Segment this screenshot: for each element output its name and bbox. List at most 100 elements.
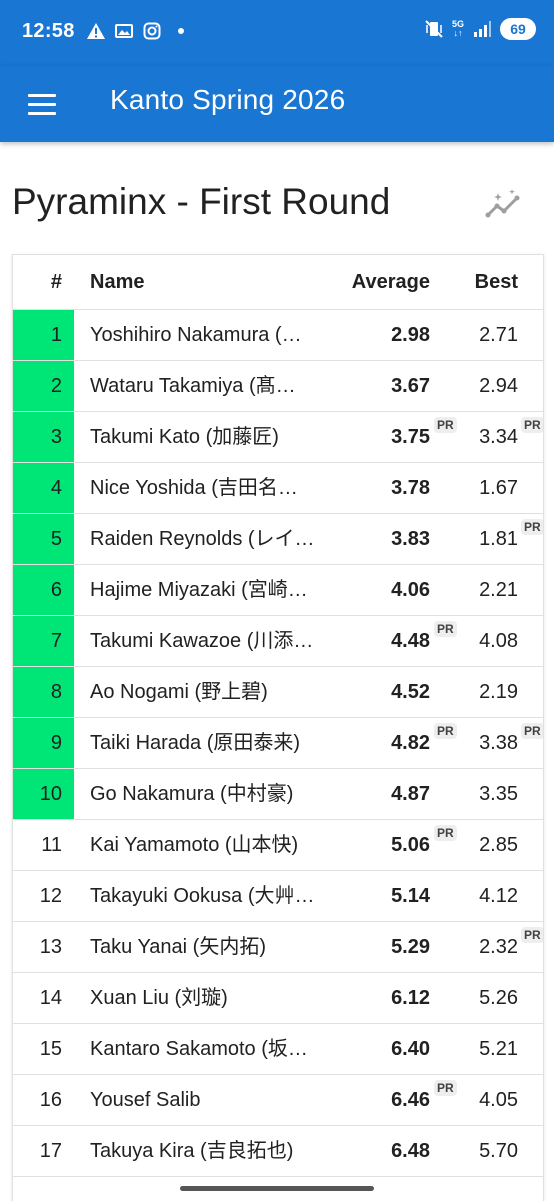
pr-badge-best: PR xyxy=(521,417,543,433)
rank-cell: 10 xyxy=(13,769,74,819)
header-average[interactable]: Average xyxy=(313,255,430,309)
vibrate-icon xyxy=(425,20,443,38)
competitor-name[interactable]: Raiden Reynolds (レイ… xyxy=(90,514,330,564)
competitor-name[interactable]: Takumi Kato (加藤匠) xyxy=(90,412,330,462)
best-cell: 1.67 xyxy=(479,476,518,499)
best-cell: 2.19 xyxy=(479,680,518,703)
average-cell: 6.46 xyxy=(391,1088,430,1111)
table-row[interactable]: 4 Nice Yoshida (吉田名… 3.78 PR 1.67 PR xyxy=(13,463,543,514)
competitor-name[interactable]: Hajime Miyazaki (宮崎… xyxy=(90,565,330,615)
best-cell: 5.21 xyxy=(479,1037,518,1060)
app-bar: Kanto Spring 2026 xyxy=(0,66,554,142)
average-cell: 6.40 xyxy=(391,1037,430,1060)
table-row[interactable]: 14 Xuan Liu (刘璇) 6.12 PR 5.26 PR xyxy=(13,973,543,1024)
best-cell: 2.32 xyxy=(479,935,518,958)
best-cell: 5.70 xyxy=(479,1139,518,1162)
table-row[interactable]: 2 Wataru Takamiya (髙… 3.67 PR 2.94 PR xyxy=(13,361,543,412)
average-cell: 5.14 xyxy=(391,884,430,907)
warning-icon xyxy=(87,23,105,39)
table-row[interactable]: 13 Taku Yanai (矢内拓) 5.29 PR 2.32 PR xyxy=(13,922,543,973)
best-cell: 4.05 xyxy=(479,1088,518,1111)
table-row[interactable]: 8 Ao Nogami (野上碧) 4.52 PR 2.19 PR xyxy=(13,667,543,718)
status-time: 12:58 xyxy=(22,20,75,42)
competitor-name[interactable]: Yousef Salib xyxy=(90,1075,330,1125)
average-cell: 6.48 xyxy=(391,1139,430,1162)
results-table: # Name Average Best 1 Yoshihiro Nakamura… xyxy=(12,254,544,1201)
competitor-name[interactable]: Yoshihiro Nakamura (… xyxy=(90,310,330,360)
competitor-name[interactable]: Kai Yamamoto (山本快) xyxy=(90,820,330,870)
rank-cell: 1 xyxy=(13,310,74,360)
competitor-name[interactable]: Ao Nogami (野上碧) xyxy=(90,667,330,717)
competitor-name[interactable]: Taiki Harada (原田泰来) xyxy=(90,718,330,768)
best-cell: 3.38 xyxy=(479,731,518,754)
rank-cell: 2 xyxy=(13,361,74,411)
average-cell: 4.06 xyxy=(391,578,430,601)
rank-cell: 6 xyxy=(13,565,74,615)
chart-sparkle-icon[interactable] xyxy=(484,187,524,223)
network-type: 5G ↓↑ xyxy=(451,19,464,38)
competitor-name[interactable]: Xuan Liu (刘璇) xyxy=(90,973,330,1023)
header-name: Name xyxy=(90,271,145,293)
rank-cell: 14 xyxy=(39,986,62,1009)
best-cell: 4.08 xyxy=(479,629,518,652)
photo-icon xyxy=(115,24,133,38)
competitor-name[interactable]: Taku Yanai (矢内拓) xyxy=(90,922,330,972)
rank-cell: 4 xyxy=(13,463,74,513)
table-row[interactable]: 15 Kantaro Sakamoto (坂… 6.40 PR 5.21 PR xyxy=(13,1024,543,1075)
competitor-name[interactable]: Go Nakamura (中村豪) xyxy=(90,769,330,819)
pr-badge-best: PR xyxy=(521,927,543,943)
average-cell: 3.67 xyxy=(391,374,430,397)
best-cell: 2.71 xyxy=(479,323,518,346)
best-cell: 3.35 xyxy=(479,782,518,805)
status-notification-icons xyxy=(86,21,184,41)
average-cell: 4.52 xyxy=(391,680,430,703)
signal-icon xyxy=(474,21,491,37)
best-cell: 2.21 xyxy=(479,578,518,601)
rank-cell: 12 xyxy=(39,884,62,907)
average-cell: 6.12 xyxy=(391,986,430,1009)
rank-cell: 8 xyxy=(13,667,74,717)
average-cell: 4.82 xyxy=(391,731,430,754)
table-row[interactable]: 9 Taiki Harada (原田泰来) 4.82 PR 3.38 PR xyxy=(13,718,543,769)
rank-cell: 5 xyxy=(13,514,74,564)
table-row[interactable]: 11 Kai Yamamoto (山本快) 5.06 PR 2.85 PR xyxy=(13,820,543,871)
data-arrows-icon: ↓↑ xyxy=(453,28,463,38)
table-row[interactable]: 17 Takuya Kira (吉良拓也) 6.48 PR 5.70 PR xyxy=(13,1126,543,1177)
average-cell: 3.75 xyxy=(391,425,430,448)
battery-indicator: 69 xyxy=(500,18,536,40)
table-row[interactable]: 5 Raiden Reynolds (レイ… 3.83 PR 1.81 PR xyxy=(13,514,543,565)
table-header: # Name Average Best xyxy=(13,255,543,310)
competitor-name[interactable]: Kantaro Sakamoto (坂… xyxy=(90,1024,330,1074)
table-row[interactable]: 1 Yoshihiro Nakamura (… 2.98 PR 2.71 PR xyxy=(13,310,543,361)
status-bar: 12:58 5G ↓↑ 69 xyxy=(0,0,554,66)
competitor-name[interactable]: Takayuki Ookusa (大艸… xyxy=(90,871,330,921)
table-row[interactable]: 7 Takumi Kawazoe (川添… 4.48 PR 4.08 PR xyxy=(13,616,543,667)
header-rank: # xyxy=(50,270,62,293)
rank-cell: 9 xyxy=(13,718,74,768)
notification-dot-icon xyxy=(178,28,184,34)
average-cell: 2.98 xyxy=(391,323,430,346)
rank-cell: 17 xyxy=(39,1139,62,1162)
table-row[interactable]: 16 Yousef Salib 6.46 PR 4.05 PR xyxy=(13,1075,543,1126)
best-cell: 4.12 xyxy=(479,884,518,907)
rank-cell: 13 xyxy=(39,935,62,958)
best-cell: 2.85 xyxy=(479,833,518,856)
average-cell: 3.83 xyxy=(391,527,430,550)
table-row[interactable]: 12 Takayuki Ookusa (大艸… 5.14 PR 4.12 PR xyxy=(13,871,543,922)
page-title: Pyraminx - First Round xyxy=(12,181,391,222)
header-best[interactable]: Best xyxy=(430,255,518,309)
competitor-name[interactable]: Takuya Kira (吉良拓也) xyxy=(90,1126,330,1176)
table-row[interactable]: 3 Takumi Kato (加藤匠) 3.75 PR 3.34 PR xyxy=(13,412,543,463)
best-cell: 5.26 xyxy=(479,986,518,1009)
competitor-name[interactable]: Nice Yoshida (吉田名… xyxy=(90,463,330,513)
competitor-name[interactable]: Takumi Kawazoe (川添… xyxy=(90,616,330,666)
pr-badge-best: PR xyxy=(521,519,543,535)
competitor-name[interactable]: Wataru Takamiya (髙… xyxy=(90,361,330,411)
hamburger-menu-icon[interactable] xyxy=(22,86,62,122)
table-row[interactable]: 6 Hajime Miyazaki (宮崎… 4.06 PR 2.21 PR xyxy=(13,565,543,616)
status-system-icons: 5G ↓↑ 69 xyxy=(424,18,536,40)
table-row[interactable]: 10 Go Nakamura (中村豪) 4.87 PR 3.35 PR xyxy=(13,769,543,820)
average-cell: 4.87 xyxy=(391,782,430,805)
gesture-nav-handle[interactable] xyxy=(180,1186,374,1191)
pr-badge-best: PR xyxy=(521,723,543,739)
